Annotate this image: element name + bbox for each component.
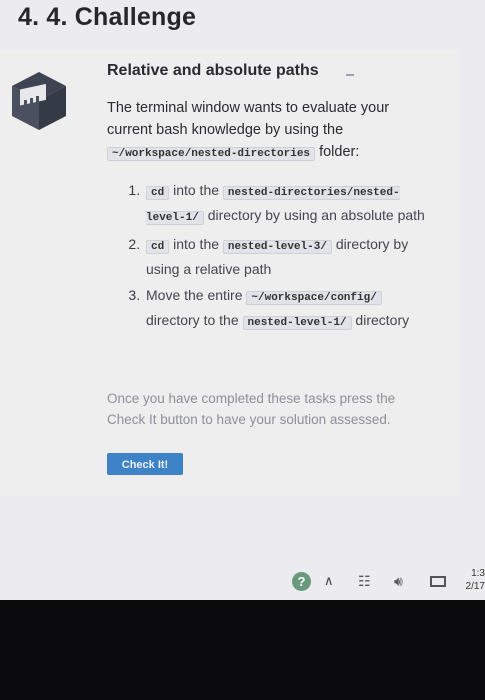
challenge-outro: Once you have completed these tasks pres… [107, 391, 396, 427]
page-heading: 4. 4. Challenge [18, 3, 197, 31]
task-text: directory by using an absolute path [207, 207, 425, 223]
network-icon[interactable]: ☷ [358, 573, 371, 590]
challenge-intro: The terminal window wants to evaluate yo… [107, 97, 427, 165]
task-text: directory to the [146, 312, 239, 328]
task-item: Move the entire ~/workspace/config/ dire… [144, 284, 427, 334]
help-icon[interactable]: ? [292, 572, 311, 591]
chevron-up-icon[interactable]: ∧ [324, 573, 334, 589]
task-text: into the [173, 236, 220, 252]
task-text: directory [355, 312, 410, 328]
challenge-cube-icon [12, 72, 66, 130]
task-code: nested-level-3/ [222, 240, 332, 254]
task-list: cd into the nested-directories/nested-le… [107, 179, 427, 334]
clock-time: 1:3 [471, 568, 485, 579]
volume-icon[interactable]: 🔊︎ [394, 573, 403, 590]
clock-date: 2/17 [465, 581, 485, 592]
task-item: cd into the nested-directories/nested-le… [144, 179, 427, 229]
battery-icon[interactable] [430, 576, 446, 587]
task-code: cd [146, 186, 170, 200]
screen: 4. 4. Challenge Relative and absolute pa… [0, 0, 485, 600]
intro-suffix: folder: [319, 144, 360, 160]
check-it-button[interactable]: Check It! [107, 453, 183, 475]
challenge-content: Relative and absolute paths The terminal… [107, 60, 427, 338]
screen-bezel [0, 600, 485, 700]
task-text: into the [173, 182, 220, 198]
task-item: cd into the nested-level-3/ directory by… [144, 233, 427, 280]
task-text: Move the entire [146, 287, 243, 303]
intro-text: The terminal window wants to evaluate yo… [107, 100, 390, 138]
system-tray: ? ∧ ☷ 🔊︎ 1:3 2/17 [270, 563, 485, 597]
clock[interactable]: 1:3 2/17 [462, 567, 485, 593]
task-code: ~/workspace/config/ [246, 291, 382, 305]
challenge-title: Relative and absolute paths [107, 62, 319, 79]
title-divider [346, 74, 354, 76]
intro-path-code: ~/workspace/nested-directories [107, 147, 316, 161]
task-code: cd [146, 240, 170, 254]
task-code: nested-level-1/ [242, 316, 352, 330]
